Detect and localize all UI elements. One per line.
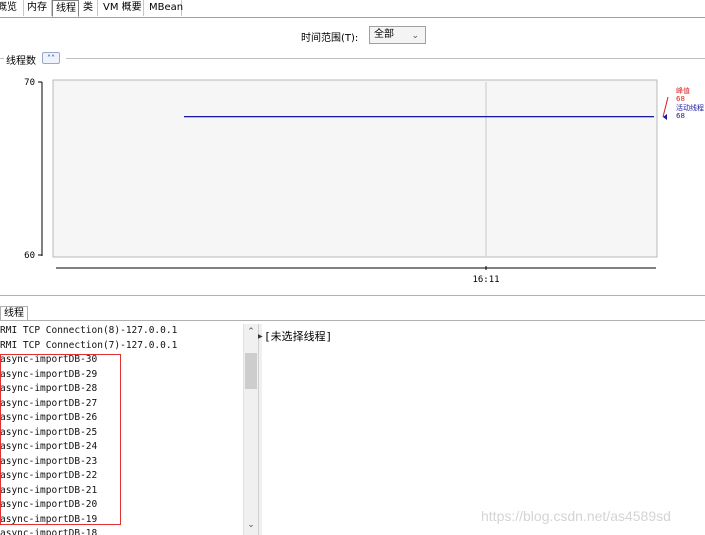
x-tick-label: 16:11 <box>472 275 499 285</box>
collapse-button[interactable]: ˄˄ <box>42 52 60 64</box>
split-pane-divider[interactable] <box>258 324 262 535</box>
list-item[interactable]: async-importDB-18 <box>0 527 243 535</box>
tab-mbean[interactable]: MBean <box>146 0 183 16</box>
time-range-value: 全部 <box>374 29 394 40</box>
legend-peak-value: 68 <box>676 95 685 103</box>
time-range-select[interactable]: 全部 ⌄ <box>369 26 426 44</box>
list-item[interactable]: RMI TCP Connection(7)-127.0.0.1 <box>0 339 243 354</box>
time-range-label: 时间范围(T): <box>301 33 359 44</box>
tab-bar: 概览 内存 线程 类 VM 概要 MBean <box>0 0 705 18</box>
scroll-down-icon[interactable]: ⌄ <box>244 519 258 531</box>
chevron-up-icon: ˄˄ <box>47 54 55 63</box>
watermark: https://blog.csdn.net/as4589sd <box>481 508 671 524</box>
chevron-down-icon: ⌄ <box>411 31 419 41</box>
thread-count-chart: 70 60 16:11 峰值 68 活动线程 68 <box>24 78 704 285</box>
legend-live-label: 活动线程 <box>676 103 704 112</box>
section-rule-right <box>66 58 705 59</box>
tab-memory[interactable]: 内存 <box>24 0 52 16</box>
thread-detail: [未选择线程] <box>264 330 333 343</box>
list-tab-rule <box>0 320 705 321</box>
pane-divider[interactable] <box>0 295 705 296</box>
tab-overview[interactable]: 概览 <box>0 0 24 16</box>
legend-peak-label: 峰值 <box>676 86 690 95</box>
tab-thread-list[interactable]: 线程 <box>0 306 28 321</box>
scroll-up-icon[interactable]: ⌃ <box>244 326 258 338</box>
section-rule-left <box>0 58 4 59</box>
tab-vm-summary[interactable]: VM 概要 <box>100 0 144 16</box>
y-tick-label-bottom: 60 <box>24 251 35 261</box>
caret-right-icon[interactable]: ▶ <box>258 333 263 340</box>
legend-live-value: 68 <box>676 112 685 120</box>
tab-threads[interactable]: 线程 <box>52 0 79 17</box>
threads-section-title: 线程数 <box>6 52 36 67</box>
tab-classes[interactable]: 类 <box>80 0 98 16</box>
y-tick-label-top: 70 <box>24 78 35 88</box>
legend-peak-pointer <box>662 96 669 118</box>
scrollbar-thumb[interactable] <box>245 353 257 389</box>
highlight-box <box>0 354 121 525</box>
thread-list-scrollbar[interactable]: ⌃ ⌄ <box>243 324 258 535</box>
plot-area <box>52 79 658 258</box>
list-item[interactable]: RMI TCP Connection(8)-127.0.0.1 <box>0 324 243 339</box>
